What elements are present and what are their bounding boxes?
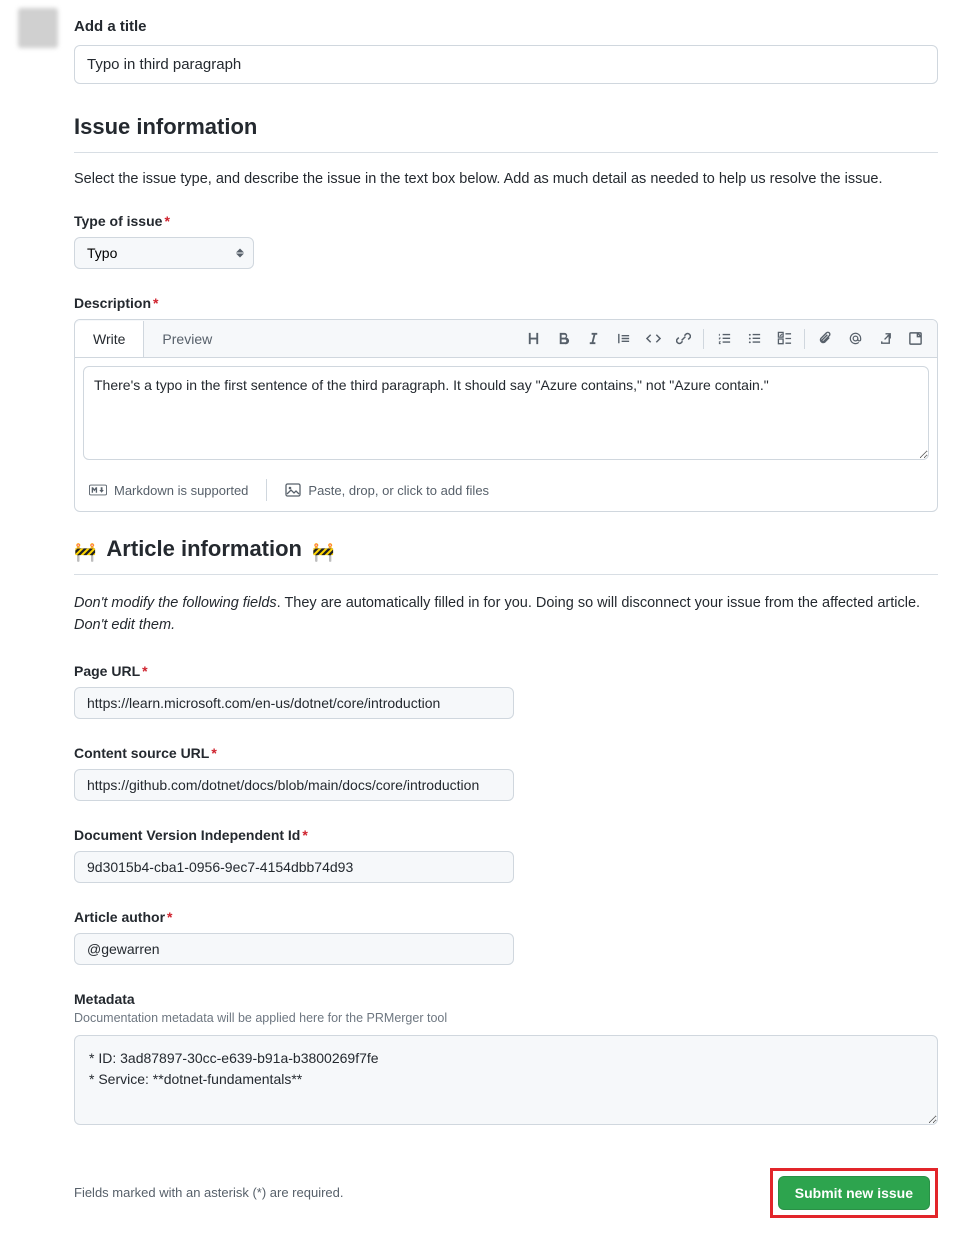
construction-icon: 🚧: [74, 542, 96, 563]
type-of-issue-select[interactable]: Typo: [74, 237, 254, 269]
description-editor: Write Preview: [74, 319, 938, 512]
quote-icon[interactable]: [609, 325, 637, 353]
article-info-heading: Article information: [106, 536, 302, 562]
markdown-supported-link[interactable]: Markdown is supported: [89, 483, 248, 498]
mention-icon[interactable]: [841, 325, 869, 353]
image-icon: [285, 483, 301, 497]
bold-icon[interactable]: [549, 325, 577, 353]
tab-preview[interactable]: Preview: [144, 321, 230, 357]
metadata-label: Metadata: [74, 991, 938, 1007]
attach-files-link[interactable]: Paste, drop, or click to add files: [285, 483, 489, 498]
article-info-note: Don't modify the following fields. They …: [74, 593, 938, 637]
required-fields-note: Fields marked with an asterisk (*) are r…: [74, 1185, 344, 1200]
link-icon[interactable]: [669, 325, 697, 353]
heading-icon[interactable]: [519, 325, 547, 353]
markdown-icon: [89, 484, 107, 496]
issue-info-description: Select the issue type, and describe the …: [74, 171, 938, 187]
construction-icon: 🚧: [312, 542, 334, 563]
code-icon[interactable]: [639, 325, 667, 353]
cross-reference-icon[interactable]: [871, 325, 899, 353]
metadata-hint: Documentation metadata will be applied h…: [74, 1011, 938, 1025]
page-url-label: Page URL*: [74, 663, 938, 679]
description-label: Description*: [74, 295, 938, 311]
attach-icon[interactable]: [811, 325, 839, 353]
content-source-url-label: Content source URL*: [74, 745, 938, 761]
type-of-issue-label: Type of issue*: [74, 213, 938, 229]
unordered-list-icon[interactable]: [740, 325, 768, 353]
ordered-list-icon[interactable]: [710, 325, 738, 353]
doc-version-id-input[interactable]: [74, 851, 514, 883]
doc-version-id-label: Document Version Independent Id*: [74, 827, 938, 843]
issue-info-heading: Issue information: [74, 114, 257, 140]
tab-write[interactable]: Write: [75, 321, 144, 357]
article-author-label: Article author*: [74, 909, 938, 925]
submit-new-issue-button[interactable]: Submit new issue: [778, 1176, 930, 1210]
article-author-input[interactable]: [74, 933, 514, 965]
metadata-textarea[interactable]: [74, 1035, 938, 1125]
page-url-input[interactable]: [74, 687, 514, 719]
italic-icon[interactable]: [579, 325, 607, 353]
title-label: Add a title: [74, 18, 938, 35]
submit-highlight: Submit new issue: [770, 1168, 938, 1218]
content-source-url-input[interactable]: [74, 769, 514, 801]
saved-replies-icon[interactable]: [901, 325, 929, 353]
title-input[interactable]: [74, 45, 938, 84]
avatar: [18, 8, 58, 48]
description-textarea[interactable]: [83, 366, 929, 460]
tasklist-icon[interactable]: [770, 325, 798, 353]
